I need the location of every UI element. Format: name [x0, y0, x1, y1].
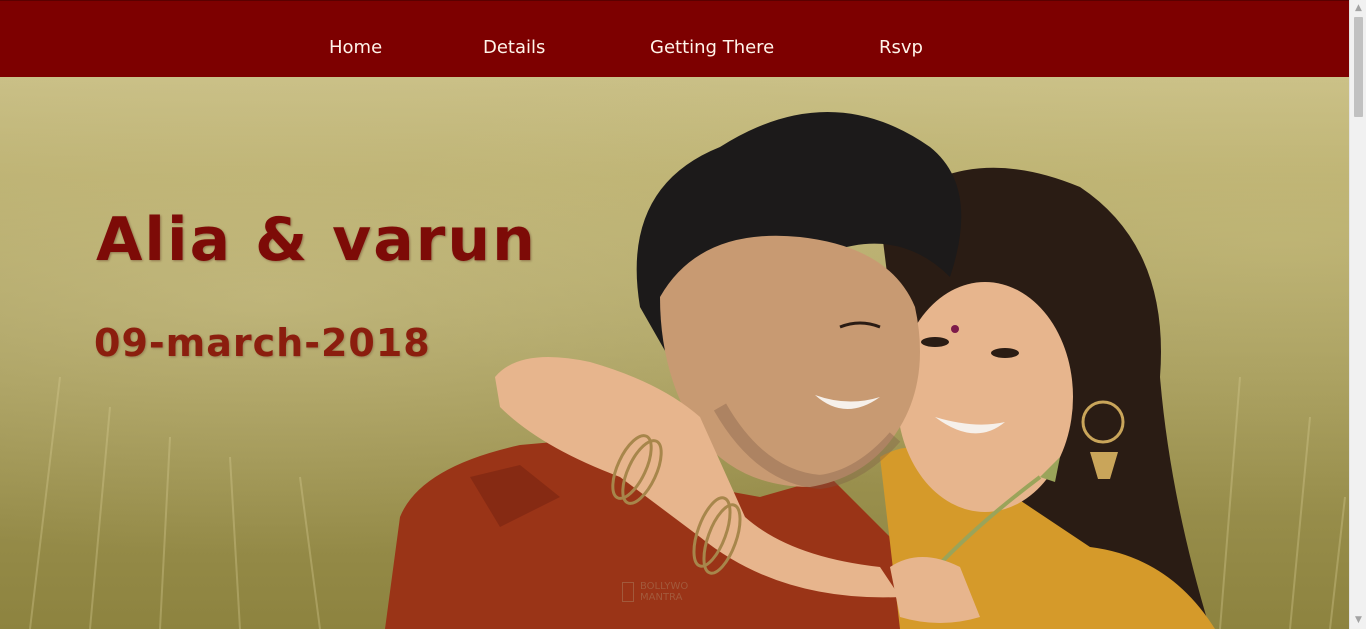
logo-icon: [622, 582, 634, 602]
nav-link-details[interactable]: Details: [483, 36, 545, 60]
nav-link-rsvp[interactable]: Rsvp: [879, 36, 923, 60]
wedding-page: Alia & varun 09-march-2018 BOLLYWO MANTR…: [0, 0, 1349, 629]
wedding-date: 09-march-2018: [94, 321, 431, 365]
watermark-line-1: BOLLYWO: [640, 581, 689, 592]
vertical-scrollbar[interactable]: ▲ ▼: [1349, 0, 1366, 629]
hero-section: Alia & varun 09-march-2018 BOLLYWO MANTR…: [0, 77, 1349, 629]
chevron-down-icon[interactable]: ▼: [1350, 612, 1366, 629]
main-nav: Home Details Getting There Rsvp: [0, 1, 1349, 78]
nav-link-getting-there[interactable]: Getting There: [650, 36, 774, 60]
watermark-line-2: MANTRA: [640, 592, 683, 603]
scrollbar-thumb[interactable]: [1354, 17, 1363, 117]
nav-link-home[interactable]: Home: [329, 36, 382, 60]
chevron-up-icon[interactable]: ▲: [1350, 0, 1366, 17]
top-navigation-bar: Home Details Getting There Rsvp: [0, 0, 1349, 77]
couple-names-title: Alia & varun: [96, 205, 537, 275]
watermark: BOLLYWO MANTRA: [622, 581, 688, 603]
watermark-text: BOLLYWO MANTRA: [640, 581, 688, 603]
